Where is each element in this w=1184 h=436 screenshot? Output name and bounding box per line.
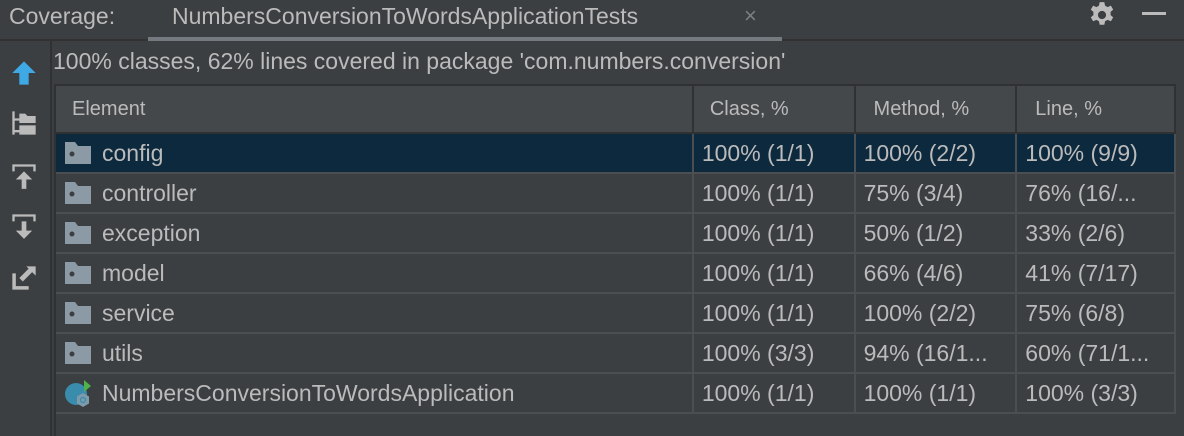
cell-line-coverage: 60% (71/1... [1017, 334, 1176, 372]
cell-class-coverage: 100% (3/3) [694, 334, 856, 372]
cell-line-coverage: 33% (2/6) [1017, 214, 1176, 252]
table-header: Element Class, % Method, % Line, % [56, 86, 1176, 134]
table-row[interactable]: service 100% (1/1) 100% (2/2) 75% (6/8) [56, 294, 1176, 334]
table-row[interactable]: config 100% (1/1) 100% (2/2) 100% (9/9) [56, 134, 1176, 174]
arrow-up-icon[interactable] [10, 59, 38, 87]
element-name: utils [102, 339, 143, 366]
cell-method-coverage: 75% (3/4) [856, 174, 1018, 212]
cell-method-coverage: 100% (2/2) [856, 294, 1018, 332]
cell-class-coverage: 100% (1/1) [694, 174, 856, 212]
cell-element: exception [56, 214, 694, 252]
cell-line-coverage: 41% (7/17) [1017, 254, 1176, 292]
package-icon [65, 262, 91, 284]
column-header-method[interactable]: Method, % [856, 86, 1018, 132]
cell-line-coverage: 75% (6/8) [1017, 294, 1176, 332]
element-name: config [102, 139, 164, 166]
cell-element: config [56, 134, 694, 172]
cell-class-coverage: 100% (1/1) [694, 254, 856, 292]
coverage-table: Element Class, % Method, % Line, % confi… [54, 84, 1176, 436]
cell-element: utils [56, 334, 694, 372]
cell-line-coverage: 76% (16/... [1017, 174, 1176, 212]
element-name: exception [102, 219, 201, 246]
coverage-summary: 100% classes, 62% lines covered in packa… [53, 48, 786, 74]
tab-coverage-suite[interactable]: NumbersConversionToWordsApplicationTests… [148, 0, 782, 41]
element-name: model [102, 259, 165, 286]
export-icon[interactable] [10, 212, 38, 240]
package-icon [65, 342, 91, 364]
cell-element: service [56, 294, 694, 332]
column-header-class[interactable]: Class, % [694, 86, 856, 132]
cell-class-coverage: 100% (1/1) [694, 134, 856, 172]
cell-method-coverage: 94% (16/1... [856, 334, 1018, 372]
cell-method-coverage: 50% (1/2) [856, 214, 1018, 252]
tool-window-label: Coverage: [9, 3, 116, 29]
table-row[interactable]: controller 100% (1/1) 75% (3/4) 76% (16/… [56, 174, 1176, 214]
table-row[interactable]: NumbersConversionToWordsApplication 100%… [56, 374, 1176, 414]
table-row[interactable]: utils 100% (3/3) 94% (16/1... 60% (71/1.… [56, 334, 1176, 374]
cell-line-coverage: 100% (3/3) [1017, 374, 1176, 412]
tab-title: NumbersConversionToWordsApplicationTests [172, 3, 639, 29]
gear-icon[interactable] [1088, 1, 1116, 29]
cell-class-coverage: 100% (1/1) [694, 294, 856, 332]
cell-class-coverage: 100% (1/1) [694, 214, 856, 252]
package-icon [65, 302, 91, 324]
column-header-line[interactable]: Line, % [1017, 86, 1176, 132]
cell-method-coverage: 66% (4/6) [856, 254, 1018, 292]
coverage-toolbar [0, 41, 52, 436]
minimize-icon[interactable] [1142, 12, 1166, 15]
element-name: NumbersConversionToWordsApplication [102, 379, 515, 406]
cell-element: NumbersConversionToWordsApplication [56, 374, 694, 412]
package-icon [65, 222, 91, 244]
cell-line-coverage: 100% (9/9) [1017, 134, 1176, 172]
table-row[interactable]: model 100% (1/1) 66% (4/6) 41% (7/17) [56, 254, 1176, 294]
cell-element: controller [56, 174, 694, 212]
tool-window-header: Coverage: NumbersConversionToWordsApplic… [0, 0, 1184, 41]
cell-method-coverage: 100% (1/1) [856, 374, 1018, 412]
close-icon[interactable]: × [744, 3, 757, 29]
cell-element: model [56, 254, 694, 292]
flatten-packages-icon[interactable] [10, 109, 38, 137]
open-external-icon[interactable] [10, 264, 38, 292]
package-icon [65, 142, 91, 164]
element-name: service [102, 299, 175, 326]
import-icon[interactable] [10, 162, 38, 190]
element-name: controller [102, 179, 197, 206]
cell-class-coverage: 100% (1/1) [694, 374, 856, 412]
spring-boot-class-icon [65, 380, 91, 407]
cell-method-coverage: 100% (2/2) [856, 134, 1018, 172]
column-header-element[interactable]: Element [56, 86, 694, 132]
table-row[interactable]: exception 100% (1/1) 50% (1/2) 33% (2/6) [56, 214, 1176, 254]
package-icon [65, 182, 91, 204]
